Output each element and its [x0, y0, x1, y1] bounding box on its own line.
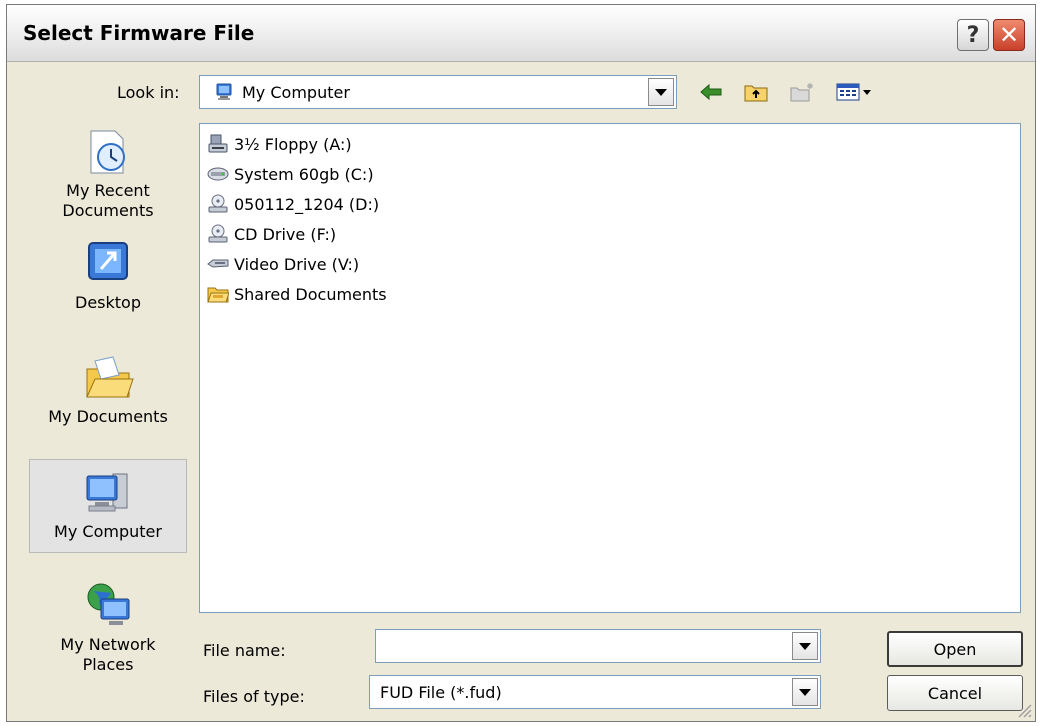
- back-arrow-icon: [700, 83, 722, 101]
- cd-drive-icon: [206, 194, 230, 214]
- desktop-icon: [88, 242, 128, 280]
- list-item[interactable]: Shared Documents: [206, 282, 387, 306]
- network-places-icon: [87, 583, 130, 625]
- files-of-type-value: FUD File (*.fud): [380, 683, 502, 702]
- title-bar: Select Firmware File ? ✕: [7, 5, 1035, 62]
- look-in-dropdown[interactable]: My Computer: [199, 75, 677, 109]
- look-in-value: My Computer: [242, 83, 350, 102]
- file-name: CD Drive (F:): [234, 224, 337, 244]
- select-firmware-dialog: Select Firmware File ? ✕ Look in: My Com…: [6, 4, 1036, 722]
- look-in-label: Look in:: [117, 83, 180, 102]
- close-icon: ✕: [998, 21, 1020, 49]
- file-name: 050112_1204 (D:): [234, 194, 380, 214]
- files-of-type-label: Files of type:: [203, 687, 305, 706]
- place-label-line2: Documents: [62, 201, 154, 220]
- place-label-line1: My Computer: [54, 522, 162, 541]
- chevron-down-icon: [799, 688, 811, 696]
- removable-drive-icon: [206, 254, 230, 274]
- up-folder-icon: [744, 85, 768, 102]
- list-item[interactable]: 3½ Floppy (A:): [206, 132, 352, 156]
- file-name: Video Drive (V:): [234, 254, 360, 274]
- places-bar: My Recent Documents Desktop My Documents: [7, 115, 191, 715]
- new-folder-icon: [790, 83, 813, 102]
- place-my-network-places[interactable]: My Network Places: [29, 581, 187, 675]
- my-computer-icon: [216, 83, 232, 100]
- file-name-field[interactable]: [375, 629, 821, 663]
- list-item[interactable]: Video Drive (V:): [206, 252, 359, 276]
- chevron-down-icon: [655, 88, 667, 96]
- files-of-type-dropdown-button[interactable]: [792, 678, 818, 706]
- place-label-line2: Places: [82, 655, 134, 674]
- open-button[interactable]: Open: [887, 631, 1023, 667]
- up-one-level-button[interactable]: [741, 79, 771, 105]
- cancel-button[interactable]: Cancel: [887, 675, 1023, 711]
- back-button[interactable]: [697, 79, 725, 105]
- file-name-dropdown-button[interactable]: [792, 632, 818, 660]
- files-of-type-dropdown[interactable]: FUD File (*.fud): [369, 675, 821, 709]
- list-item[interactable]: CD Drive (F:): [206, 222, 336, 246]
- my-documents-icon: [86, 356, 134, 398]
- my-computer-icon: [86, 473, 128, 512]
- views-menu-button[interactable]: [833, 79, 877, 105]
- help-button[interactable]: ?: [957, 19, 989, 51]
- chevron-down-icon: [799, 642, 811, 650]
- new-folder-button[interactable]: [787, 79, 817, 105]
- look-in-dropdown-button[interactable]: [648, 78, 674, 106]
- close-button[interactable]: ✕: [993, 19, 1025, 51]
- file-name: Shared Documents: [234, 284, 387, 304]
- help-icon: ?: [966, 22, 980, 48]
- cd-drive-icon: [206, 224, 230, 244]
- place-label-line1: My Documents: [48, 407, 168, 426]
- place-my-computer[interactable]: My Computer: [29, 459, 187, 553]
- dialog-title: Select Firmware File: [23, 21, 255, 45]
- file-list[interactable]: 3½ Floppy (A:) System 60gb (C:) 050112_1…: [199, 123, 1021, 613]
- views-menu-icon: [836, 83, 871, 101]
- floppy-drive-icon: [206, 134, 230, 154]
- list-item[interactable]: System 60gb (C:): [206, 162, 374, 186]
- place-label-line1: My Network: [60, 635, 156, 654]
- place-desktop[interactable]: Desktop: [29, 239, 187, 313]
- list-item[interactable]: 050112_1204 (D:): [206, 192, 379, 216]
- resize-grip-icon[interactable]: [1015, 701, 1033, 719]
- file-name-label: File name:: [203, 641, 286, 660]
- place-my-recent-documents[interactable]: My Recent Documents: [29, 127, 187, 221]
- file-name: 3½ Floppy (A:): [234, 134, 352, 154]
- shared-folder-icon: [206, 284, 230, 304]
- recent-documents-icon: [90, 130, 125, 174]
- place-label-line1: Desktop: [75, 293, 141, 312]
- place-label-line1: My Recent: [66, 181, 150, 200]
- hard-drive-icon: [206, 164, 230, 184]
- place-my-documents[interactable]: My Documents: [29, 353, 187, 427]
- file-name: System 60gb (C:): [234, 164, 374, 184]
